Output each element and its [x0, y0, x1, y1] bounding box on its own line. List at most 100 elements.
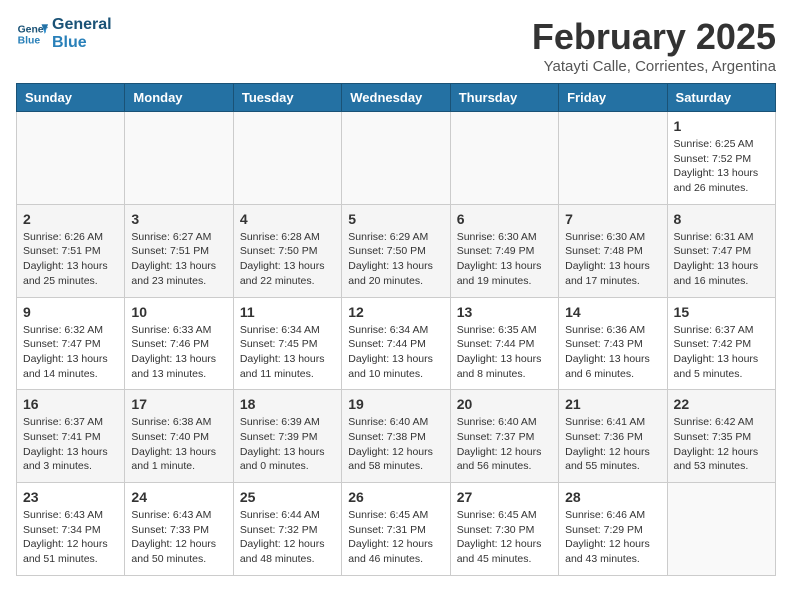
day-info: Sunrise: 6:42 AM Sunset: 7:35 PM Dayligh…: [674, 415, 769, 474]
day-info: Sunrise: 6:39 AM Sunset: 7:39 PM Dayligh…: [240, 415, 335, 474]
day-number: 1: [674, 118, 769, 134]
day-info: Sunrise: 6:45 AM Sunset: 7:30 PM Dayligh…: [457, 508, 552, 567]
calendar-cell: 12 Sunrise: 6:34 AM Sunset: 7:44 PM Dayli…: [342, 297, 450, 390]
calendar-cell: 14 Sunrise: 6:36 AM Sunset: 7:43 PM Dayli…: [559, 297, 667, 390]
calendar-cell: 18 Sunrise: 6:39 AM Sunset: 7:39 PM Dayli…: [233, 390, 341, 483]
day-number: 3: [131, 211, 226, 227]
calendar-cell: 27 Sunrise: 6:45 AM Sunset: 7:30 PM Dayli…: [450, 483, 558, 576]
calendar-cell: [342, 112, 450, 205]
calendar-cell: 28 Sunrise: 6:46 AM Sunset: 7:29 PM Dayli…: [559, 483, 667, 576]
day-number: 9: [23, 304, 118, 320]
day-number: 18: [240, 396, 335, 412]
calendar-cell: 23 Sunrise: 6:43 AM Sunset: 7:34 PM Dayli…: [17, 483, 125, 576]
day-info: Sunrise: 6:30 AM Sunset: 7:49 PM Dayligh…: [457, 230, 552, 289]
day-info: Sunrise: 6:28 AM Sunset: 7:50 PM Dayligh…: [240, 230, 335, 289]
day-info: Sunrise: 6:38 AM Sunset: 7:40 PM Dayligh…: [131, 415, 226, 474]
day-number: 27: [457, 489, 552, 505]
calendar-header-row: SundayMondayTuesdayWednesdayThursdayFrid…: [17, 84, 776, 112]
day-number: 13: [457, 304, 552, 320]
day-info: Sunrise: 6:40 AM Sunset: 7:37 PM Dayligh…: [457, 415, 552, 474]
day-info: Sunrise: 6:34 AM Sunset: 7:45 PM Dayligh…: [240, 323, 335, 382]
logo-line1: General: [52, 16, 112, 34]
day-info: Sunrise: 6:40 AM Sunset: 7:38 PM Dayligh…: [348, 415, 443, 474]
day-number: 19: [348, 396, 443, 412]
calendar-cell: [233, 112, 341, 205]
calendar-week-row: 9 Sunrise: 6:32 AM Sunset: 7:47 PM Daylig…: [17, 297, 776, 390]
calendar-week-row: 2 Sunrise: 6:26 AM Sunset: 7:51 PM Daylig…: [17, 204, 776, 297]
day-number: 14: [565, 304, 660, 320]
calendar-cell: 6 Sunrise: 6:30 AM Sunset: 7:49 PM Daylig…: [450, 204, 558, 297]
header-saturday: Saturday: [667, 84, 775, 112]
calendar-cell: 21Sunrise: 6:41 AM Sunset: 7:36 PM Dayli…: [559, 390, 667, 483]
day-number: 25: [240, 489, 335, 505]
day-info: Sunrise: 6:37 AM Sunset: 7:41 PM Dayligh…: [23, 415, 118, 474]
calendar-cell: [667, 483, 775, 576]
day-number: 23: [23, 489, 118, 505]
day-number: 26: [348, 489, 443, 505]
header-sunday: Sunday: [17, 84, 125, 112]
month-title: February 2025: [532, 16, 776, 58]
day-info: Sunrise: 6:26 AM Sunset: 7:51 PM Dayligh…: [23, 230, 118, 289]
location-title: Yatayti Calle, Corrientes, Argentina: [532, 58, 776, 75]
svg-text:Blue: Blue: [18, 35, 41, 46]
day-number: 7: [565, 211, 660, 227]
calendar-cell: 11 Sunrise: 6:34 AM Sunset: 7:45 PM Dayli…: [233, 297, 341, 390]
day-number: 2: [23, 211, 118, 227]
title-area: February 2025 Yatayti Calle, Corrientes,…: [532, 16, 776, 75]
day-number: 6: [457, 211, 552, 227]
calendar-cell: [559, 112, 667, 205]
header-friday: Friday: [559, 84, 667, 112]
day-info: Sunrise: 6:44 AM Sunset: 7:32 PM Dayligh…: [240, 508, 335, 567]
calendar-cell: 5 Sunrise: 6:29 AM Sunset: 7:50 PM Daylig…: [342, 204, 450, 297]
calendar-cell: 8Sunrise: 6:31 AM Sunset: 7:47 PM Daylig…: [667, 204, 775, 297]
calendar-week-row: 23 Sunrise: 6:43 AM Sunset: 7:34 PM Dayli…: [17, 483, 776, 576]
day-number: 5: [348, 211, 443, 227]
calendar-cell: 1 Sunrise: 6:25 AM Sunset: 7:52 PM Daylig…: [667, 112, 775, 205]
logo-icon: General Blue: [16, 18, 48, 50]
day-number: 12: [348, 304, 443, 320]
day-number: 16: [23, 396, 118, 412]
calendar-cell: 19 Sunrise: 6:40 AM Sunset: 7:38 PM Dayli…: [342, 390, 450, 483]
calendar-cell: [125, 112, 233, 205]
day-info: Sunrise: 6:30 AM Sunset: 7:48 PM Dayligh…: [565, 230, 660, 289]
day-number: 28: [565, 489, 660, 505]
day-number: 10: [131, 304, 226, 320]
calendar-cell: 16 Sunrise: 6:37 AM Sunset: 7:41 PM Dayli…: [17, 390, 125, 483]
day-info: Sunrise: 6:43 AM Sunset: 7:34 PM Dayligh…: [23, 508, 118, 567]
header-wednesday: Wednesday: [342, 84, 450, 112]
calendar-cell: [450, 112, 558, 205]
day-number: 11: [240, 304, 335, 320]
day-number: 20: [457, 396, 552, 412]
calendar-cell: 26 Sunrise: 6:45 AM Sunset: 7:31 PM Dayli…: [342, 483, 450, 576]
calendar: SundayMondayTuesdayWednesdayThursdayFrid…: [16, 83, 776, 576]
calendar-cell: 7 Sunrise: 6:30 AM Sunset: 7:48 PM Daylig…: [559, 204, 667, 297]
calendar-cell: 2 Sunrise: 6:26 AM Sunset: 7:51 PM Daylig…: [17, 204, 125, 297]
day-info: Sunrise: 6:45 AM Sunset: 7:31 PM Dayligh…: [348, 508, 443, 567]
calendar-cell: 24 Sunrise: 6:43 AM Sunset: 7:33 PM Dayli…: [125, 483, 233, 576]
calendar-cell: [17, 112, 125, 205]
day-info: Sunrise: 6:29 AM Sunset: 7:50 PM Dayligh…: [348, 230, 443, 289]
day-info: Sunrise: 6:37 AM Sunset: 7:42 PM Dayligh…: [674, 323, 769, 382]
day-info: Sunrise: 6:43 AM Sunset: 7:33 PM Dayligh…: [131, 508, 226, 567]
calendar-cell: 4 Sunrise: 6:28 AM Sunset: 7:50 PM Daylig…: [233, 204, 341, 297]
day-number: 8: [674, 211, 769, 227]
calendar-cell: 25 Sunrise: 6:44 AM Sunset: 7:32 PM Dayli…: [233, 483, 341, 576]
calendar-cell: 13Sunrise: 6:35 AM Sunset: 7:44 PM Dayli…: [450, 297, 558, 390]
logo: General Blue General Blue: [16, 16, 112, 51]
day-info: Sunrise: 6:46 AM Sunset: 7:29 PM Dayligh…: [565, 508, 660, 567]
calendar-cell: 10Sunrise: 6:33 AM Sunset: 7:46 PM Dayli…: [125, 297, 233, 390]
calendar-cell: 15Sunrise: 6:37 AM Sunset: 7:42 PM Dayli…: [667, 297, 775, 390]
day-info: Sunrise: 6:32 AM Sunset: 7:47 PM Dayligh…: [23, 323, 118, 382]
logo-line2: Blue: [52, 34, 112, 52]
day-info: Sunrise: 6:36 AM Sunset: 7:43 PM Dayligh…: [565, 323, 660, 382]
day-number: 4: [240, 211, 335, 227]
header-thursday: Thursday: [450, 84, 558, 112]
day-number: 24: [131, 489, 226, 505]
day-info: Sunrise: 6:34 AM Sunset: 7:44 PM Dayligh…: [348, 323, 443, 382]
header-tuesday: Tuesday: [233, 84, 341, 112]
day-number: 22: [674, 396, 769, 412]
calendar-week-row: 1 Sunrise: 6:25 AM Sunset: 7:52 PM Daylig…: [17, 112, 776, 205]
day-info: Sunrise: 6:25 AM Sunset: 7:52 PM Dayligh…: [674, 137, 769, 196]
calendar-cell: 3Sunrise: 6:27 AM Sunset: 7:51 PM Daylig…: [125, 204, 233, 297]
calendar-cell: 22 Sunrise: 6:42 AM Sunset: 7:35 PM Dayli…: [667, 390, 775, 483]
